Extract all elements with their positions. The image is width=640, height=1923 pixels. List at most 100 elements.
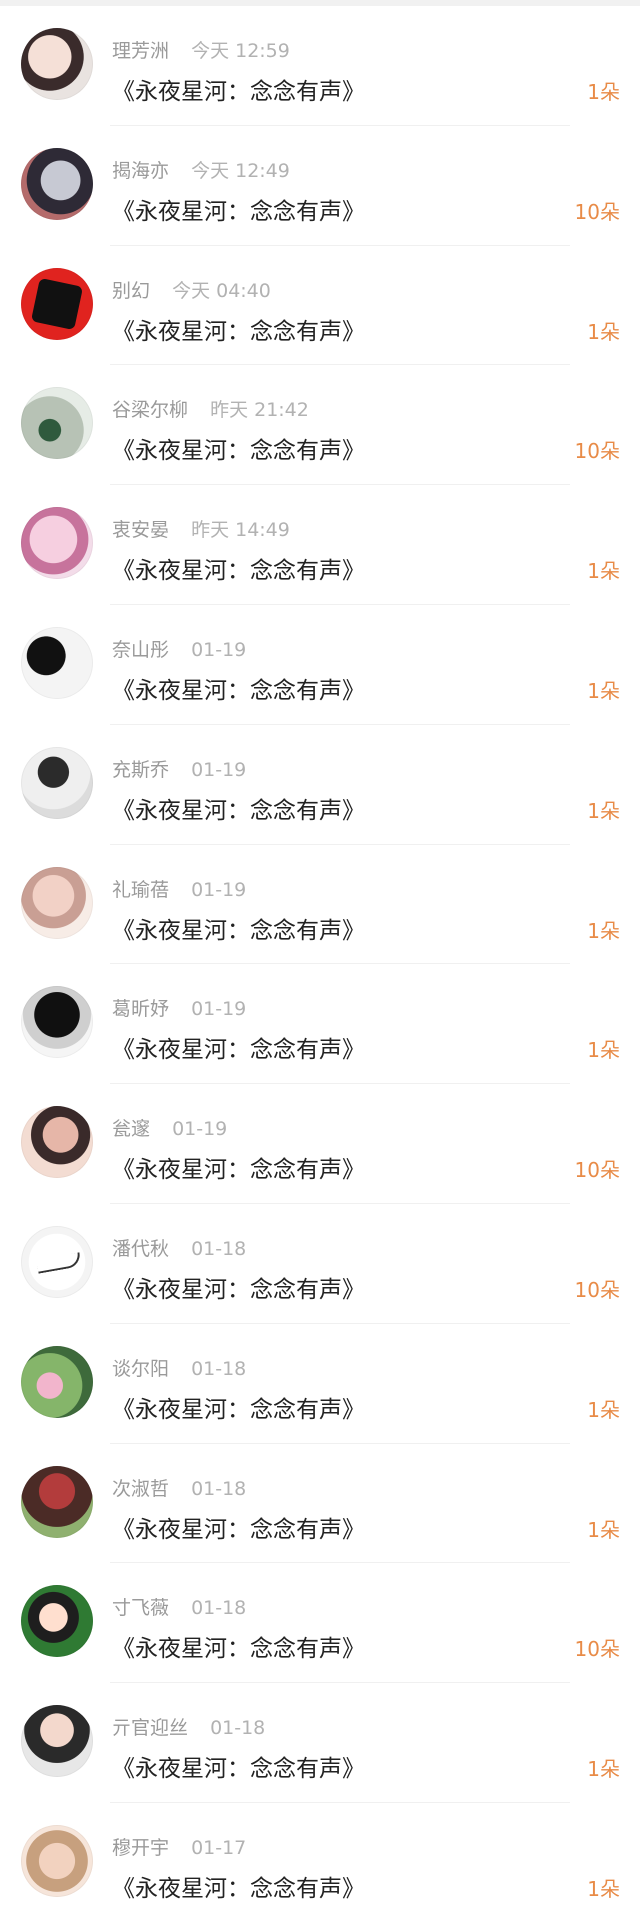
list-item[interactable]: 穆开宇 01-17 《永夜星河：念念有声》 1朵 [0,1803,640,1923]
timestamp: 01-19 [172,1118,228,1141]
gift-count: 1朵 [587,678,620,703]
message-text: 《永夜星河：念念有声》 [112,1276,365,1303]
avatar[interactable] [21,626,93,699]
list-item[interactable]: 谈尔阳 01-18 《永夜星河：念念有声》 1朵 [0,1324,640,1444]
user-name[interactable]: 揭海亦 [112,160,169,182]
avatar[interactable] [21,267,93,340]
list-item[interactable]: 奈山彤 01-19 《永夜星河：念念有声》 1朵 [0,605,640,725]
message-text: 《永夜星河：念念有声》 [112,797,365,824]
gift-count: 10朵 [574,199,620,224]
avatar[interactable] [21,28,93,100]
meta-line: 奈山彤 01-19 [112,635,246,662]
user-name[interactable]: 次淑哲 [112,1478,169,1500]
list-item[interactable]: 寸飞薇 01-18 《永夜星河：念念有声》 10朵 [0,1563,640,1684]
meta-line: 次淑哲 01-18 [112,1474,246,1501]
avatar[interactable] [21,1585,93,1658]
gift-list: 理芳洲 今天 12:59 《永夜星河：念念有声》 1朵 揭海亦 今天 12:49… [0,6,640,1923]
list-item[interactable]: 瓮邃 01-19 《永夜星河：念念有声》 10朵 [0,1084,640,1204]
list-item[interactable]: 次淑哲 01-18 《永夜星河：念念有声》 1朵 [0,1444,640,1564]
message-text: 《永夜星河：念念有声》 [112,1157,365,1184]
user-name[interactable]: 充斯乔 [112,759,169,781]
meta-line: 瓮邃 01-19 [112,1114,227,1141]
list-item[interactable]: 礼瑜蓓 01-19 《永夜星河：念念有声》 1朵 [0,845,640,965]
meta-line: 穆开宇 01-17 [112,1833,246,1860]
message-text: 《永夜星河：念念有声》 [112,198,365,225]
meta-line: 理芳洲 今天 12:59 [112,36,290,63]
avatar[interactable] [21,147,93,220]
user-name[interactable]: 礼瑜蓓 [112,879,169,901]
timestamp: 01-18 [210,1717,266,1740]
gift-count: 10朵 [574,1637,620,1662]
user-name[interactable]: 潘代秋 [112,1238,169,1260]
message-text: 《永夜星河：念念有声》 [112,677,365,704]
timestamp: 01-19 [191,998,247,1021]
list-item[interactable]: 充斯乔 01-19 《永夜星河：念念有声》 1朵 [0,725,640,845]
list-item[interactable]: 别幻 今天 04:40 《永夜星河：念念有声》 1朵 [0,246,640,366]
timestamp: 昨天 14:49 [191,519,290,542]
list-item[interactable]: 揭海亦 今天 12:49 《永夜星河：念念有声》 10朵 [0,126,640,246]
bird-icon [36,1252,82,1274]
user-name[interactable]: 别幻 [112,280,150,302]
list-item[interactable]: 谷梁尔柳 昨天 21:42 《永夜星河：念念有声》 10朵 [0,365,640,486]
message-text: 《永夜星河：念念有声》 [112,558,365,585]
gift-count: 1朵 [587,319,620,344]
gift-count: 1朵 [587,559,620,584]
avatar[interactable] [21,746,93,819]
message-text: 《永夜星河：念念有声》 [112,1756,365,1783]
user-name[interactable]: 葛昕妤 [112,998,169,1020]
list-item[interactable]: 衷安晏 昨天 14:49 《永夜星河：念念有声》 1朵 [0,485,640,605]
meta-line: 亓官迎丝 01-18 [112,1713,265,1740]
user-name[interactable]: 寸飞薇 [112,1597,169,1619]
user-name[interactable]: 谷梁尔柳 [112,399,188,421]
gift-count: 10朵 [574,1158,620,1183]
list-item[interactable]: 葛昕妤 01-19 《永夜星河：念念有声》 1朵 [0,964,640,1085]
avatar[interactable] [21,1106,93,1179]
timestamp: 01-18 [191,1237,247,1260]
meta-line: 礼瑜蓓 01-19 [112,875,246,902]
gift-count: 1朵 [587,1517,620,1542]
message-text: 《永夜星河：念念有声》 [112,79,365,105]
avatar[interactable] [21,387,93,460]
user-name[interactable]: 衷安晏 [112,519,169,541]
gift-count: 1朵 [587,1876,620,1901]
message-text: 《永夜星河：念念有声》 [112,1396,365,1423]
avatar[interactable] [21,1824,93,1897]
timestamp: 01-18 [191,1357,247,1380]
avatar[interactable] [21,507,93,580]
gift-count: 1朵 [587,918,620,943]
gift-count: 1朵 [587,1038,620,1063]
fu-glyph-icon [30,277,84,330]
gift-count: 10朵 [574,439,620,464]
avatar[interactable] [21,1345,93,1418]
meta-line: 揭海亦 今天 12:49 [112,156,290,183]
list-item[interactable]: 潘代秋 01-18 《永夜星河：念念有声》 10朵 [0,1204,640,1324]
avatar[interactable] [21,1225,93,1298]
user-name[interactable]: 亓官迎丝 [112,1717,188,1739]
list-item[interactable]: 亓官迎丝 01-18 《永夜星河：念念有声》 1朵 [0,1683,640,1803]
avatar[interactable] [21,1705,93,1778]
avatar[interactable] [21,866,93,939]
avatar[interactable] [21,1465,93,1538]
avatar[interactable] [21,986,93,1059]
message-text: 《永夜星河：念念有声》 [112,438,365,465]
timestamp: 01-19 [191,878,247,901]
meta-line: 寸飞薇 01-18 [112,1593,246,1620]
timestamp: 01-19 [191,638,247,661]
timestamp: 今天 12:49 [191,159,290,182]
user-name[interactable]: 理芳洲 [112,40,169,62]
meta-line: 衷安晏 昨天 14:49 [112,515,290,542]
meta-line: 充斯乔 01-19 [112,755,246,782]
user-name[interactable]: 奈山彤 [112,639,169,661]
user-name[interactable]: 穆开宇 [112,1837,169,1859]
message-text: 《永夜星河：念念有声》 [112,1875,365,1902]
list-item[interactable]: 理芳洲 今天 12:59 《永夜星河：念念有声》 1朵 [0,6,640,126]
meta-line: 谷梁尔柳 昨天 21:42 [112,395,309,422]
meta-line: 谈尔阳 01-18 [112,1354,246,1381]
gift-count: 10朵 [574,1277,620,1302]
message-text: 《永夜星河：念念有声》 [112,1636,365,1663]
timestamp: 01-19 [191,758,247,781]
message-text: 《永夜星河：念念有声》 [112,318,365,345]
user-name[interactable]: 瓮邃 [112,1118,150,1140]
timestamp: 01-17 [191,1836,247,1859]
user-name[interactable]: 谈尔阳 [112,1358,169,1380]
